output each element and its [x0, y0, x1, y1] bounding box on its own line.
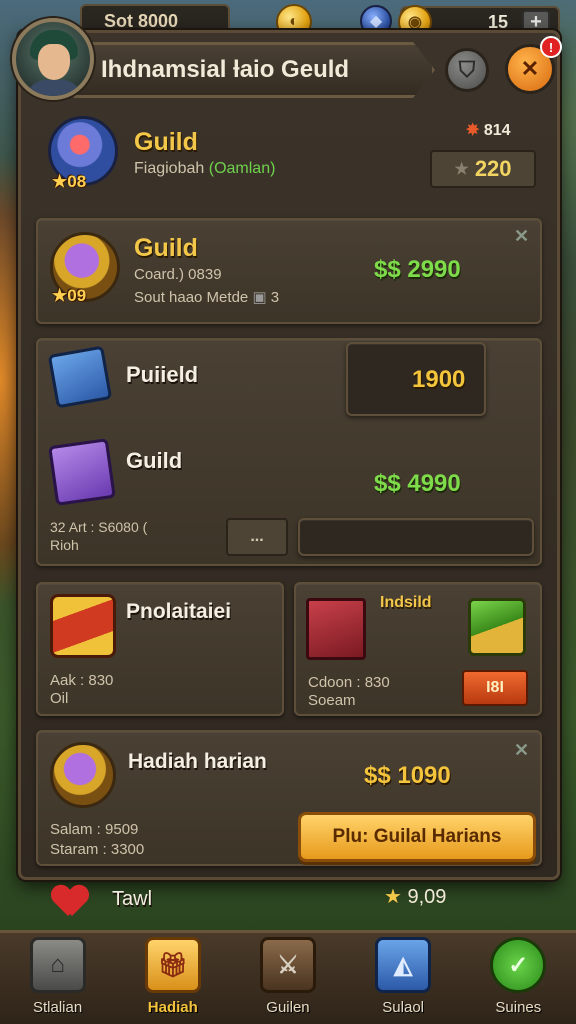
- sword-icon: ⚔: [259, 937, 316, 993]
- more-options-button[interactable]: ...: [226, 518, 288, 556]
- lives-label: Tawl: [112, 888, 153, 910]
- page-title: Ihdnamsial ƚaio Geuld: [101, 56, 350, 83]
- star-icon: ✸: [466, 122, 480, 139]
- guild-rank-stat: ✸ 814: [466, 122, 511, 139]
- card-line-2: Sout haao Metde ▣ 3: [134, 289, 280, 306]
- nav-item-sulaol[interactable]: ◭ Sulaol: [353, 937, 453, 1016]
- daily-reward-stats: Salam : 9509 Staram : 3300: [50, 821, 145, 858]
- item-card-title-2: Indsild: [380, 594, 432, 611]
- daily-reward-title: Hadiah harian: [128, 750, 267, 773]
- close-icon[interactable]: ✕: [514, 226, 529, 247]
- buy-button[interactable]: I8I: [462, 670, 528, 706]
- home-icon: ⌂: [29, 937, 86, 993]
- card-price: $$ 2990: [374, 256, 461, 283]
- scroll-item-icon: [48, 438, 116, 506]
- chest-icon: [50, 594, 116, 658]
- daily-reward-price: $$ 1090: [364, 762, 451, 789]
- item-card-stats: Aak : 830 Oil: [50, 672, 114, 707]
- item-card-title: Pnolaitaiei: [126, 600, 232, 623]
- card-title: Guild: [134, 234, 198, 262]
- heart-icon: [52, 886, 88, 918]
- close-icon: ✕: [520, 56, 540, 81]
- item-card-stats-2: Cdoon : 830 Soeam: [308, 674, 390, 709]
- card-line-1: Coard.) 0839: [134, 266, 222, 283]
- notification-badge: !: [540, 36, 562, 58]
- gift-box-icon: [468, 598, 526, 656]
- nav-item-guilen[interactable]: ⚔ Guilen: [238, 937, 338, 1016]
- shield-icon: ⛉: [458, 57, 476, 82]
- reward-emblem-icon: [50, 742, 116, 808]
- empty-slot: [298, 518, 534, 556]
- guild-points-button[interactable]: ★ 220: [430, 150, 536, 188]
- item-price-2: $$ 4990: [374, 470, 461, 497]
- stars-count: ★ 9,09: [384, 886, 447, 908]
- gold-price: 1900: [412, 366, 466, 393]
- nav-item-hadiah[interactable]: 🎁︎ Hadiah: [123, 937, 223, 1016]
- check-icon: ✓: [490, 937, 547, 993]
- card-badge-number: ★09: [52, 286, 87, 305]
- bottom-nav-bar: ⌂ Stlalian 🎁︎ Hadiah ⚔ Guilen ◭ Sulaol ✓…: [0, 930, 576, 1024]
- nav-item-stlalian[interactable]: ⌂ Stlalian: [8, 937, 108, 1016]
- settings-button[interactable]: ⛉: [445, 48, 489, 92]
- item-title: Puiield: [126, 362, 199, 387]
- page-title-bar: Ihdnamsial ƚaio Geuld: [70, 42, 435, 98]
- guild-title: Guild: [134, 128, 198, 156]
- nav-item-suines[interactable]: ✓ Suines: [468, 937, 568, 1016]
- item-stats: 32 Art : S6080 ( Rioh: [50, 519, 148, 553]
- player-avatar[interactable]: [12, 18, 94, 100]
- resource-text: Sot 8000: [104, 10, 179, 31]
- map-icon: ◭: [375, 937, 432, 993]
- shield-item-icon: [47, 345, 113, 409]
- claim-daily-reward-button[interactable]: Plu: Guilal Harians: [298, 812, 536, 862]
- guild-subtitle: Fiagiobah (Oamlan): [134, 160, 276, 177]
- gift-icon: 🎁︎: [144, 937, 201, 993]
- item-title-2: Guild: [126, 448, 183, 473]
- star-icon: ★: [454, 161, 469, 178]
- guild-badge-number: ★08: [52, 172, 87, 191]
- close-icon[interactable]: ✕: [514, 740, 529, 761]
- book-icon: [306, 598, 366, 660]
- star-icon: ★: [384, 886, 402, 908]
